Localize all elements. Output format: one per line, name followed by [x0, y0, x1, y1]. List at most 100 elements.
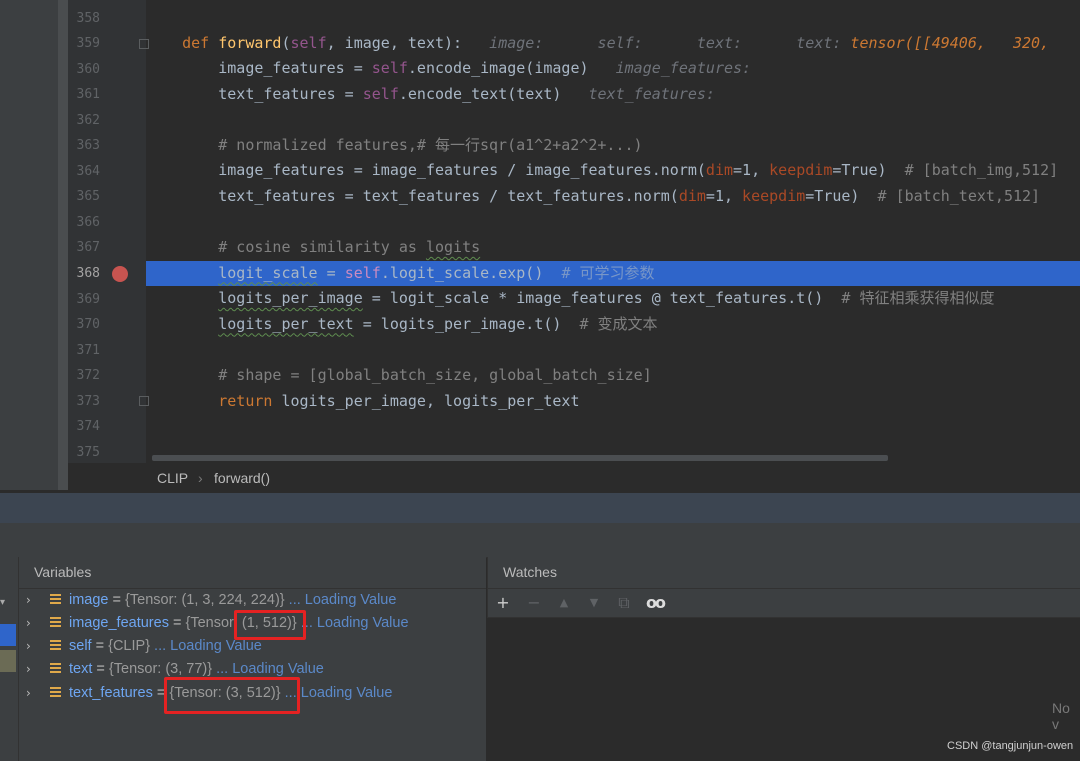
variable-row[interactable]: › image = {Tensor: (1, 3, 224, 224)} ...… [19, 589, 486, 612]
line-number[interactable]: 361 [68, 82, 100, 107]
inline-debug-value: tensor([[49406, 320, [850, 33, 1050, 52]
line-number[interactable]: 375 [68, 440, 100, 465]
inline-debug-hints: image_features: [588, 59, 752, 77]
line-number[interactable]: 367 [68, 235, 100, 260]
code-line-369[interactable]: logits_per_image = logit_scale * image_f… [146, 286, 1080, 312]
line-number[interactable]: 370 [68, 312, 100, 337]
line-number[interactable]: 360 [68, 57, 100, 82]
copy-icon[interactable]: ⧉ [615, 592, 633, 614]
param-name: dim [678, 186, 706, 205]
move-up-icon[interactable]: ▲ [555, 592, 573, 614]
self-keyword: self [290, 33, 327, 52]
field-icon [50, 687, 61, 699]
line-number[interactable]: 373 [68, 389, 100, 414]
loading-value-link[interactable]: ... Loading Value [150, 638, 262, 654]
code-text: =True) [832, 161, 905, 179]
loading-value-link[interactable]: ... Loading Value [285, 592, 397, 608]
line-number[interactable]: 359 [68, 31, 100, 56]
line-number[interactable]: 374 [68, 414, 100, 439]
param-name: dim [705, 161, 734, 179]
project-panel-scrollbar[interactable] [58, 0, 68, 490]
move-down-icon[interactable]: ▼ [585, 592, 603, 614]
loading-value-link[interactable]: ... Loading Value [212, 661, 324, 677]
code-text: .encode_image(image) [407, 59, 589, 77]
code-line-363[interactable]: # normalized features,# 每一行sqr(a1^2+a2^2… [146, 133, 1080, 159]
debug-toolwindow-header[interactable] [0, 493, 1080, 523]
line-number[interactable]: 368 [68, 261, 100, 286]
code-line-368-current[interactable]: logit_scale = self.logit_scale.exp() # 可… [146, 260, 1080, 287]
loading-value-link[interactable]: ... Loading Value [297, 615, 409, 631]
chevron-right-icon[interactable]: › [26, 589, 31, 612]
chevron-right-icon[interactable]: › [26, 612, 31, 635]
variable-eq: = [92, 661, 109, 677]
function-name: forward [218, 33, 282, 52]
debug-toolbar [0, 523, 1080, 558]
code-line-364[interactable]: image_features = image_features / image_… [146, 158, 1080, 184]
code-line-360[interactable]: image_features = self.encode_image(image… [146, 56, 1080, 82]
field-icon [50, 640, 61, 652]
code-line-370[interactable]: logits_per_text = logits_per_image.t() #… [146, 312, 1080, 338]
code-text: logits_per_text [218, 314, 354, 333]
inline-debug-hints: text_features: [561, 84, 715, 103]
line-number[interactable]: 369 [68, 287, 100, 312]
variable-eq: = [91, 638, 109, 654]
chevron-right-icon[interactable]: › [26, 635, 31, 658]
code-line-365[interactable]: text_features = text_features / text_fea… [146, 184, 1080, 210]
frame-item-selected[interactable] [0, 624, 16, 646]
dropdown-arrow-icon[interactable]: ▾ [0, 598, 8, 608]
code-line-359[interactable]: def forward(self, image, text): image: s… [146, 31, 1080, 57]
line-number[interactable]: 362 [68, 108, 100, 133]
line-number[interactable]: 358 [68, 6, 100, 31]
code-text: =1, [733, 161, 770, 179]
add-icon[interactable]: + [494, 592, 512, 614]
code-line-372[interactable]: # shape = [global_batch_size, global_bat… [146, 363, 1080, 389]
code-text: logits_per_image, logits_per_text [281, 391, 580, 410]
code-text: .encode_text(text) [398, 84, 562, 103]
annotation-box [164, 677, 300, 714]
line-number[interactable]: 371 [68, 338, 100, 363]
code-text: , image, text): [326, 33, 463, 52]
code-line-361[interactable]: text_features = self.encode_text(text) t… [146, 82, 1080, 108]
field-icon [50, 594, 61, 606]
watches-empty-text: No v [1052, 700, 1070, 732]
line-number[interactable]: 363 [68, 133, 100, 158]
code-text: image_features = image_features / image_… [146, 161, 706, 179]
variable-name: image_features [69, 615, 169, 631]
code-comment: # [batch_img,512] [904, 161, 1059, 179]
line-number[interactable]: 364 [68, 159, 100, 184]
self-keyword: self [344, 263, 381, 282]
code-line-367[interactable]: # cosine similarity as logits [146, 235, 1080, 261]
param-name: keepdim [742, 186, 806, 205]
watermark: CSDN @tangjunjun-owen [947, 740, 1074, 752]
code-text: logit_scale [218, 263, 318, 282]
scrollbar-thumb[interactable] [152, 455, 888, 461]
code-text: image_features = [146, 59, 372, 77]
line-number[interactable]: 366 [68, 210, 100, 235]
variable-name: text [69, 661, 93, 677]
breadcrumb-class[interactable]: CLIP [157, 463, 188, 493]
remove-icon[interactable]: − [525, 592, 543, 614]
self-keyword: self [362, 84, 399, 103]
code-line-373[interactable]: return logits_per_image, logits_per_text [146, 389, 1080, 415]
frame-item[interactable] [0, 650, 16, 672]
variable-value: {CLIP} [108, 638, 151, 654]
watches-toolbar [487, 589, 1080, 618]
code-comment: # [batch_text,512] [877, 186, 1041, 205]
line-number[interactable]: 365 [68, 184, 100, 209]
code-comment: # shape = [global_batch_size, global_bat… [146, 366, 652, 384]
breakpoint-icon[interactable] [112, 266, 128, 282]
code-comment: # 变成文本 [579, 314, 658, 333]
code-comment: # 可学习参数 [561, 263, 655, 282]
breadcrumb-separator-icon: › [198, 470, 203, 486]
code-text: =1, [705, 186, 743, 205]
watches-header: Watches [487, 557, 1080, 589]
chevron-right-icon[interactable]: › [26, 658, 31, 681]
variable-value: {Tensor: (1, 3, 224, 224)} [125, 592, 285, 608]
breadcrumb-method[interactable]: forward() [214, 463, 270, 493]
line-number[interactable]: 372 [68, 363, 100, 388]
glasses-icon[interactable]: oo [643, 592, 667, 614]
chevron-right-icon[interactable]: › [26, 682, 31, 705]
